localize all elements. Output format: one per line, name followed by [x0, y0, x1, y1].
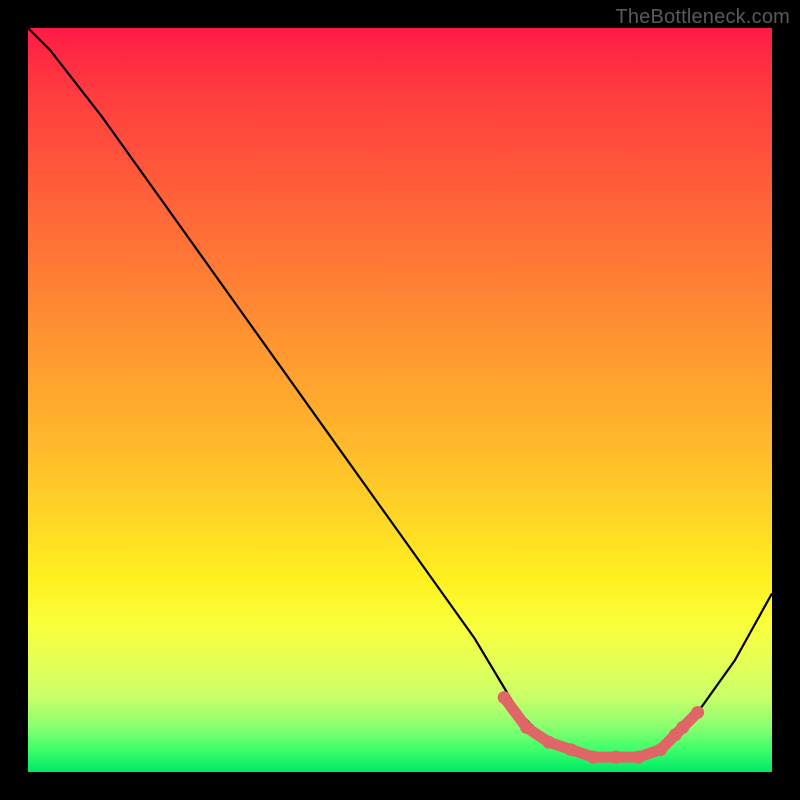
highlight-dot	[520, 721, 533, 734]
highlight-dot	[654, 743, 667, 756]
curve-svg	[28, 28, 772, 772]
highlight-path	[504, 698, 697, 758]
highlight-dot	[632, 751, 645, 764]
highlight-dot	[542, 736, 555, 749]
highlight-dot	[676, 721, 689, 734]
watermark-text: TheBottleneck.com	[615, 6, 790, 29]
bottleneck-curve	[28, 28, 772, 757]
highlight-dot	[609, 751, 622, 764]
highlight-dot	[691, 706, 704, 719]
highlight-dot	[498, 691, 511, 704]
highlighted-minimum	[498, 691, 704, 764]
curve-path	[28, 28, 772, 757]
plot-area	[28, 28, 772, 772]
highlight-dot	[587, 751, 600, 764]
highlight-dot	[565, 743, 578, 756]
chart-frame: TheBottleneck.com	[0, 0, 800, 800]
